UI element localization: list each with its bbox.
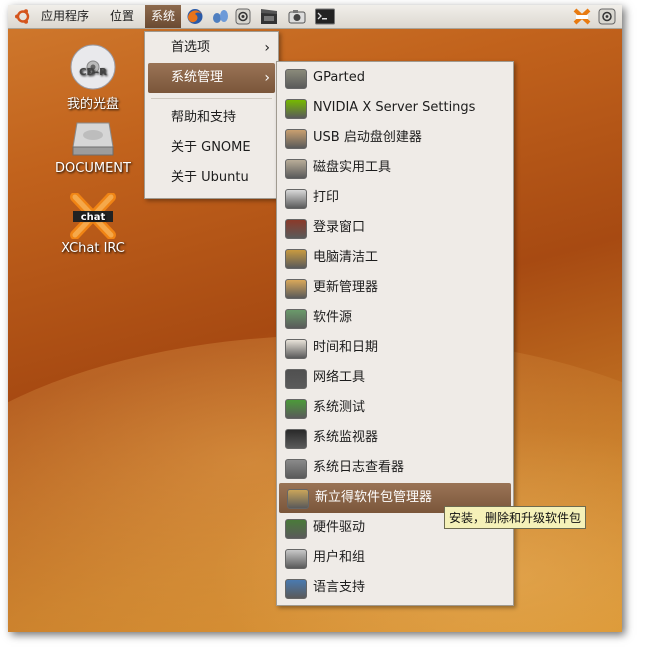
system-menu[interactable]: 系统 bbox=[145, 5, 182, 28]
menu-item-label: 关于 GNOME bbox=[171, 140, 251, 155]
admin-menu-item[interactable]: NVIDIA X Server Settings bbox=[277, 93, 513, 123]
admin-menu-item[interactable]: 网络工具 bbox=[277, 363, 513, 393]
synaptic-tooltip: 安装，删除和升级软件包 bbox=[444, 506, 587, 529]
menu-item-label: 系统管理 bbox=[171, 70, 224, 85]
update-manager-icon bbox=[285, 279, 307, 299]
admin-menu-item[interactable]: 登录窗口 bbox=[277, 213, 513, 243]
screenshot-icon[interactable] bbox=[288, 8, 306, 25]
admin-menu-item[interactable]: USB 启动盘创建器 bbox=[277, 123, 513, 153]
audio-icon[interactable] bbox=[234, 8, 252, 25]
cd-badge: CD-R bbox=[79, 67, 107, 78]
admin-menu-label: 新立得软件包管理器 bbox=[315, 490, 433, 505]
xchat-icon: chat bbox=[69, 192, 117, 240]
top-panel: 应用程序 位置 系统 bbox=[8, 5, 622, 29]
chevron-right-icon: › bbox=[264, 70, 270, 86]
desktop-screenshot: 应用程序 位置 系统 CD-R 我的光盘 DOCUMENT chat XChat… bbox=[8, 5, 622, 632]
admin-menu-item[interactable]: 时间和日期 bbox=[277, 333, 513, 363]
places-menu[interactable]: 位置 bbox=[104, 5, 140, 28]
desktop-icon-xchat[interactable]: chat XChat IRC bbox=[38, 192, 148, 256]
admin-menu-item[interactable]: 电脑清洁工 bbox=[277, 243, 513, 273]
admin-menu-label: 硬件驱动 bbox=[313, 520, 366, 535]
log-viewer-icon bbox=[285, 459, 307, 479]
usb-creator-icon bbox=[285, 129, 307, 149]
nvidia-icon bbox=[285, 99, 307, 119]
movie-icon[interactable] bbox=[260, 8, 278, 25]
admin-menu-label: 网络工具 bbox=[313, 370, 366, 385]
network-tools-icon bbox=[285, 369, 307, 389]
admin-menu-label: 电脑清洁工 bbox=[313, 250, 379, 265]
admin-menu-label: 用户和组 bbox=[313, 550, 366, 565]
terminal-icon[interactable] bbox=[315, 8, 335, 25]
desktop-icon-label: DOCUMENT bbox=[55, 161, 131, 176]
menu-item-about-ubuntu[interactable]: 关于 Ubuntu bbox=[145, 163, 278, 193]
admin-menu-item[interactable]: 打印 bbox=[277, 183, 513, 213]
users-groups-icon bbox=[285, 549, 307, 569]
admin-menu-label: USB 启动盘创建器 bbox=[313, 130, 422, 145]
printer-icon bbox=[285, 189, 307, 209]
disk-utility-icon bbox=[285, 159, 307, 179]
admin-menu-item[interactable]: 磁盘实用工具 bbox=[277, 153, 513, 183]
admin-menu-item[interactable]: 语言支持 bbox=[277, 573, 513, 603]
hard-drive-icon bbox=[69, 117, 117, 159]
login-window-icon bbox=[285, 219, 307, 239]
admin-menu-item[interactable]: 用户和组 bbox=[277, 543, 513, 573]
system-dropdown-menu: 首选项 › 系统管理 › 帮助和支持 关于 GNOME 关于 Ubuntu bbox=[144, 31, 279, 199]
admin-menu-item[interactable]: GParted bbox=[277, 63, 513, 93]
admin-menu-label: 磁盘实用工具 bbox=[313, 160, 392, 175]
admin-menu-label: 软件源 bbox=[313, 310, 353, 325]
menu-separator bbox=[151, 98, 272, 99]
calendar-icon bbox=[285, 339, 307, 359]
admin-menu-label: 打印 bbox=[313, 190, 340, 205]
admin-menu-item[interactable]: 系统测试 bbox=[277, 393, 513, 423]
xchat-tray-icon[interactable] bbox=[573, 8, 591, 25]
menu-item-label: 帮助和支持 bbox=[171, 110, 237, 125]
synaptic-icon bbox=[287, 489, 309, 509]
admin-menu-label: 更新管理器 bbox=[313, 280, 379, 295]
admin-menu-label: 系统日志查看器 bbox=[313, 460, 405, 475]
software-sources-icon bbox=[285, 309, 307, 329]
system-testing-icon bbox=[285, 399, 307, 419]
menu-item-label: 首选项 bbox=[171, 40, 211, 55]
pidgin-icon[interactable] bbox=[211, 8, 229, 25]
xchat-badge: chat bbox=[81, 212, 106, 223]
firefox-icon[interactable] bbox=[186, 8, 204, 25]
admin-menu-label: 语言支持 bbox=[313, 580, 366, 595]
language-support-icon bbox=[285, 579, 307, 599]
admin-menu-item[interactable]: 系统日志查看器 bbox=[277, 453, 513, 483]
broom-icon bbox=[285, 249, 307, 269]
desktop-icon-label: 我的光盘 bbox=[66, 97, 119, 112]
admin-menu-label: 时间和日期 bbox=[313, 340, 379, 355]
cd-icon: CD-R bbox=[69, 43, 117, 91]
desktop-icon-label: XChat IRC bbox=[61, 241, 125, 256]
admin-menu-label: 系统测试 bbox=[313, 400, 366, 415]
menu-item-administration[interactable]: 系统管理 › bbox=[148, 63, 275, 93]
admin-menu-item[interactable]: 更新管理器 bbox=[277, 273, 513, 303]
desktop-icon-document[interactable]: DOCUMENT bbox=[38, 117, 148, 176]
desktop-icon-cdrom[interactable]: CD-R 我的光盘 bbox=[38, 43, 148, 112]
chevron-right-icon: › bbox=[264, 40, 270, 56]
menu-item-about-gnome[interactable]: 关于 GNOME bbox=[145, 133, 278, 163]
admin-menu-label: 登录窗口 bbox=[313, 220, 366, 235]
admin-menu-label: 系统监视器 bbox=[313, 430, 379, 445]
admin-menu-item[interactable]: 软件源 bbox=[277, 303, 513, 333]
menu-item-label: 关于 Ubuntu bbox=[171, 170, 249, 185]
volume-icon[interactable] bbox=[598, 8, 616, 25]
menu-item-help[interactable]: 帮助和支持 bbox=[145, 103, 278, 133]
admin-menu-label: NVIDIA X Server Settings bbox=[313, 100, 476, 115]
admin-menu-label: GParted bbox=[313, 70, 365, 85]
gparted-icon bbox=[285, 69, 307, 89]
ubuntu-logo-icon[interactable] bbox=[14, 8, 32, 25]
menu-item-preferences[interactable]: 首选项 › bbox=[145, 33, 278, 63]
admin-menu-item[interactable]: 系统监视器 bbox=[277, 423, 513, 453]
applications-menu[interactable]: 应用程序 bbox=[35, 5, 95, 28]
system-monitor-icon bbox=[285, 429, 307, 449]
hardware-drivers-icon bbox=[285, 519, 307, 539]
